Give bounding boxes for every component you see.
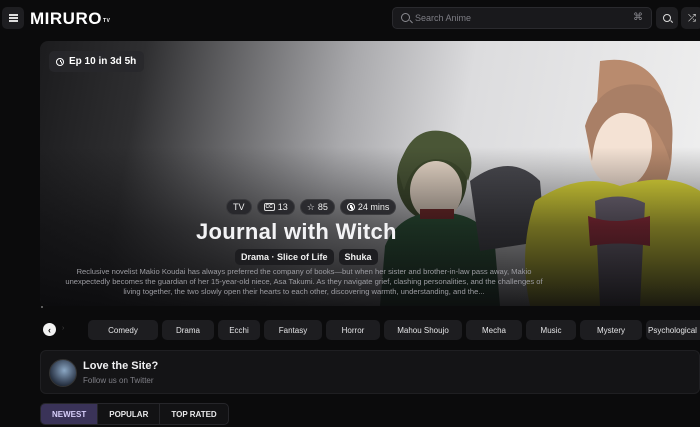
genre-item-comedy[interactable]: Comedy: [88, 320, 158, 340]
tab-newest[interactable]: NEWEST: [41, 404, 99, 424]
anime-title[interactable]: Journal with Witch: [196, 219, 397, 245]
genre-item-mystery[interactable]: Mystery: [580, 320, 642, 340]
next-episode-text: Ep 10 in 3d 5h: [69, 56, 137, 67]
search-bar[interactable]: ⌘: [392, 7, 652, 29]
score-text: 85: [317, 202, 328, 212]
site-logo[interactable]: MIRUROTV: [30, 9, 110, 29]
carousel-indicator[interactable]: [41, 306, 43, 308]
anime-meta-row: TV CC 13 ☆ 85 24 mins: [226, 199, 397, 215]
tab-top-rated[interactable]: TOP RATED: [160, 404, 227, 424]
genre-item-mecha[interactable]: Mecha: [466, 320, 522, 340]
genres-chip: Drama · Slice of Life: [235, 249, 334, 265]
duration-chip: 24 mins: [339, 199, 397, 215]
episodes-text: 13: [277, 202, 288, 212]
clock-icon: [56, 57, 64, 66]
logo-tm: TV: [102, 18, 111, 24]
tab-popular[interactable]: POPULAR: [98, 404, 161, 424]
top-bar: MIRUROTV ⌘ ⤮: [0, 0, 700, 38]
genre-item-ecchi[interactable]: Ecchi: [218, 320, 260, 340]
clock-icon: [346, 203, 355, 211]
closed-caption-icon: CC: [263, 203, 275, 211]
command-key-icon[interactable]: ⌘: [633, 12, 643, 23]
genre-item-mahou-shoujo[interactable]: Mahou Shoujo: [384, 320, 462, 340]
episodes-chip: CC 13: [256, 199, 295, 215]
duration-text: 24 mins: [357, 202, 390, 212]
star-icon: ☆: [306, 201, 315, 212]
hamburger-menu-icon[interactable]: [2, 7, 24, 29]
logo-text: MIRURO: [30, 9, 102, 28]
search-icon: [663, 14, 671, 22]
genre-item-music[interactable]: Music: [526, 320, 576, 340]
studio-chip: Shuka: [338, 249, 378, 265]
shuffle-icon[interactable]: ⤮: [681, 7, 700, 29]
love-card-title: Love the Site?: [83, 360, 159, 372]
search-input[interactable]: [415, 10, 615, 26]
format-chip: TV: [226, 199, 252, 215]
genre-item-psychological[interactable]: Psychological: [646, 320, 700, 340]
genre-item-fantasy[interactable]: Fantasy: [264, 320, 322, 340]
love-card-subtitle[interactable]: Follow us on Twitter: [83, 376, 154, 385]
anime-synopsis: Reclusive novelist Makio Koudai has alwa…: [65, 267, 543, 296]
genre-item-horror[interactable]: Horror: [326, 320, 380, 340]
hero-banner[interactable]: Ep 10 in 3d 5h TV CC 13 ☆ 85 24 mins Journ…: [40, 41, 700, 306]
format-text: TV: [233, 202, 245, 212]
next-episode-badge: Ep 10 in 3d 5h: [49, 51, 145, 72]
sort-tabs: NEWEST POPULAR TOP RATED: [40, 403, 229, 425]
search-icon: [401, 13, 410, 22]
genre-item-drama[interactable]: Drama: [162, 320, 214, 340]
love-the-site-card[interactable]: Love the Site? Follow us on Twitter: [40, 350, 700, 394]
score-chip: ☆ 85: [299, 199, 335, 215]
genre-bar: ‹ › Comedy Drama Ecchi Fantasy Horror Ma…: [40, 320, 700, 340]
hero-genre-row: Drama · Slice of Life Shuka: [235, 249, 378, 265]
chevron-left-icon[interactable]: ‹: [43, 323, 56, 336]
avatar: [49, 359, 77, 387]
scroll-hint-icon: ›: [62, 325, 65, 332]
search-button[interactable]: [656, 7, 678, 29]
